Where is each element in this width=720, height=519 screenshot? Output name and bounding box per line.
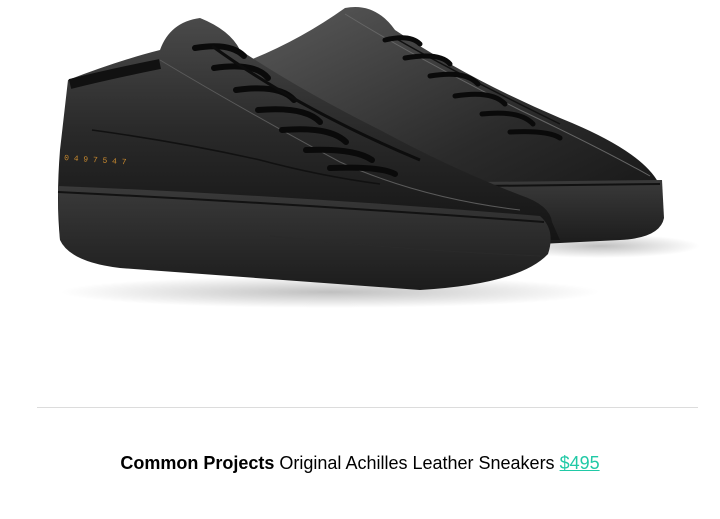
brand-name: Common Projects: [120, 453, 275, 473]
divider: [37, 407, 698, 408]
product-caption: Common Projects Original Achilles Leathe…: [0, 452, 720, 474]
product-image: 0 4 9 7 5 4 7: [57, 6, 700, 308]
product-name: Original Achilles Leather Sneakers: [279, 453, 555, 473]
price-link[interactable]: $495: [560, 453, 600, 473]
